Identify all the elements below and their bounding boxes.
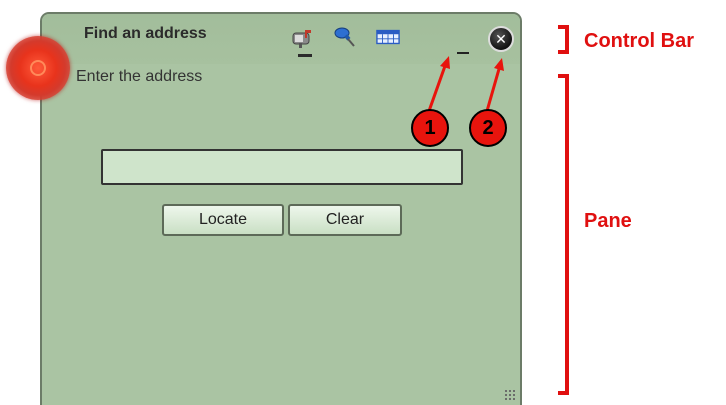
drag-handle-marker[interactable] <box>6 36 70 100</box>
mailbox-icon[interactable] <box>290 26 314 48</box>
pane-label: Pane <box>584 210 632 232</box>
control-bar[interactable]: Find an address ✕ <box>42 14 520 64</box>
table-icon[interactable] <box>376 26 400 48</box>
callout-1: 1 <box>411 109 449 147</box>
control-bar-label: Control Bar <box>584 30 694 52</box>
widget-title: Find an address <box>84 25 207 42</box>
close-icon[interactable]: ✕ <box>488 26 514 52</box>
find-address-widget: Find an address ✕ Enter the address Loca… <box>40 12 522 405</box>
locate-button[interactable]: Locate <box>162 204 284 236</box>
minimize-icon[interactable] <box>456 36 470 54</box>
address-instruction: Enter the address <box>76 68 203 85</box>
resize-grip[interactable] <box>504 389 516 401</box>
active-tool-indicator <box>298 54 312 57</box>
clear-button[interactable]: Clear <box>288 204 402 236</box>
address-input[interactable] <box>101 149 463 185</box>
callout-2: 2 <box>469 109 507 147</box>
pushpin-icon[interactable] <box>332 26 356 48</box>
